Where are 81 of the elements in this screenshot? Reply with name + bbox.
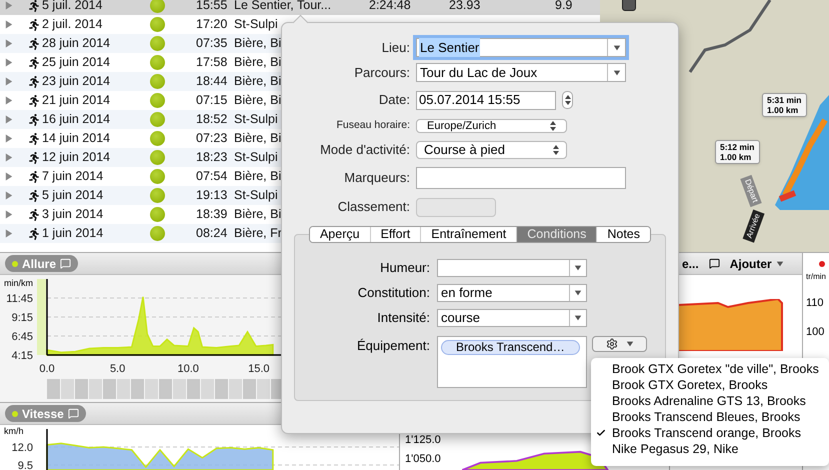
marker-time: 5:31 min [767, 95, 802, 105]
table-cell-text: 16 juin 2014 [42, 111, 112, 128]
table-cell-text: Bière, Bi [234, 35, 282, 52]
marker-distance: 1.00 km [767, 105, 800, 115]
table-cell-text: Le Sentier, Tour... [234, 0, 332, 14]
y-tick-label: 1'050.0 [405, 452, 441, 467]
table-cell-text: Bière, Bi [234, 130, 282, 148]
field-label: Humeur: [380, 258, 430, 277]
field-label: Marqueurs: [344, 169, 410, 188]
table-cell-text: 2:24:48 [369, 0, 412, 14]
table-cell-text: 9.9 [554, 0, 574, 14]
field-label: Fuseau horaire: [336, 118, 410, 134]
y-tick-label: 9:15 [12, 312, 33, 324]
start-flag: Départ [740, 174, 762, 208]
field-label: Constitution: [358, 284, 430, 302]
table-cell-text: 1 juin 2014 [42, 225, 104, 242]
y-tick-label: 110 [806, 296, 825, 311]
table-cell-text: Bière, Bi [234, 168, 282, 186]
table-cell-text: 21 juin 2014 [42, 92, 112, 110]
table-cell-text: 28 juin 2014 [42, 35, 112, 52]
x-tick-label: 0.0 [39, 363, 55, 375]
table-cell-text: 17:58 [196, 54, 228, 72]
table-cell-text: Bière, Bi [234, 73, 282, 90]
table-cell-text: 3 juin 2014 [42, 206, 104, 224]
x-tick-label: 10.0 [178, 363, 199, 375]
table-cell-text: 07:15 [196, 92, 228, 110]
field-value: Le Sentier [419, 38, 480, 58]
table-cell-text: 07:23 [196, 130, 228, 148]
table-cell-text: Bière, Bi [234, 206, 282, 224]
y-tick-label: 11:45 [6, 293, 33, 305]
marker-time: 5:12 min [720, 142, 754, 152]
field-value: course [441, 308, 480, 327]
y-tick-label: 1'125.0 [405, 433, 441, 448]
axis-unit: tr/min [806, 271, 827, 283]
x-tick-label: 5.0 [110, 363, 126, 375]
table-cell-text: 17:20 [196, 16, 228, 34]
table-cell-text: 7 juin 2014 [42, 168, 104, 186]
x-tick-label: 15.0 [248, 363, 270, 375]
table-cell-text: St-Sulpi [234, 149, 278, 166]
y-tick-label: 4:15 [12, 350, 33, 362]
axis-unit: min/km [4, 277, 33, 290]
marker-distance: 1.00 km [720, 152, 752, 162]
field-value: Tour du Lac de Joux [419, 64, 538, 82]
field-label: Mode d'activité: [320, 141, 410, 160]
table-cell-text: St-Sulpi [234, 16, 278, 34]
table-cell-text: St-Sulpi [234, 111, 278, 128]
table-cell-text: St-Sulpi [234, 187, 278, 204]
table-cell-text: 07:35 [196, 35, 228, 52]
table-cell-text: 18:23 [196, 149, 228, 166]
field-label: Équipement: [357, 337, 430, 355]
table-cell-text: 5 juil. 2014 [42, 0, 104, 14]
table-cell-text: 07:54 [196, 168, 228, 186]
field-label: Intensité: [377, 308, 430, 327]
y-tick-label: 9.5 [18, 460, 33, 470]
axis-unit: km/h [4, 425, 24, 438]
y-tick-label: 6:45 [12, 331, 33, 343]
table-cell-text: 5 juin 2014 [42, 187, 104, 204]
table-cell-text: 19:13 [196, 187, 228, 204]
field-label: Lieu: [382, 38, 410, 57]
table-cell-text: 25 juin 2014 [42, 54, 112, 72]
finish-flag: Arrivée [742, 209, 765, 243]
table-cell-text: 08:24 [196, 225, 228, 242]
panel-title: e... [682, 256, 699, 272]
table-cell-text: 18:52 [196, 111, 228, 128]
y-tick-label: 100 [806, 324, 826, 340]
y-tick-label: 12.0 [12, 442, 33, 454]
table-cell-text: 15:55 [196, 0, 228, 14]
table-cell-text: 12 juin 2014 [42, 149, 112, 166]
table-cell-text: 2 juil. 2014 [42, 16, 104, 34]
field-label: Parcours: [354, 64, 410, 82]
field-label: Classement: [338, 198, 410, 216]
field-value: en forme [441, 284, 492, 302]
field-label: Date: [378, 91, 410, 110]
table-cell-text: 23.93 [449, 0, 482, 14]
table-cell-text: 23 juin 2014 [42, 73, 112, 90]
table-cell-text: 18:39 [196, 206, 228, 224]
table-cell-text: Bière, Bi [234, 54, 282, 72]
table-cell-text: Bière, Fr [234, 225, 282, 242]
table-cell-text: 14 juin 2014 [42, 130, 112, 148]
table-cell-text: Bière, Bi [234, 92, 282, 110]
table-cell-text: 18:44 [196, 73, 228, 90]
